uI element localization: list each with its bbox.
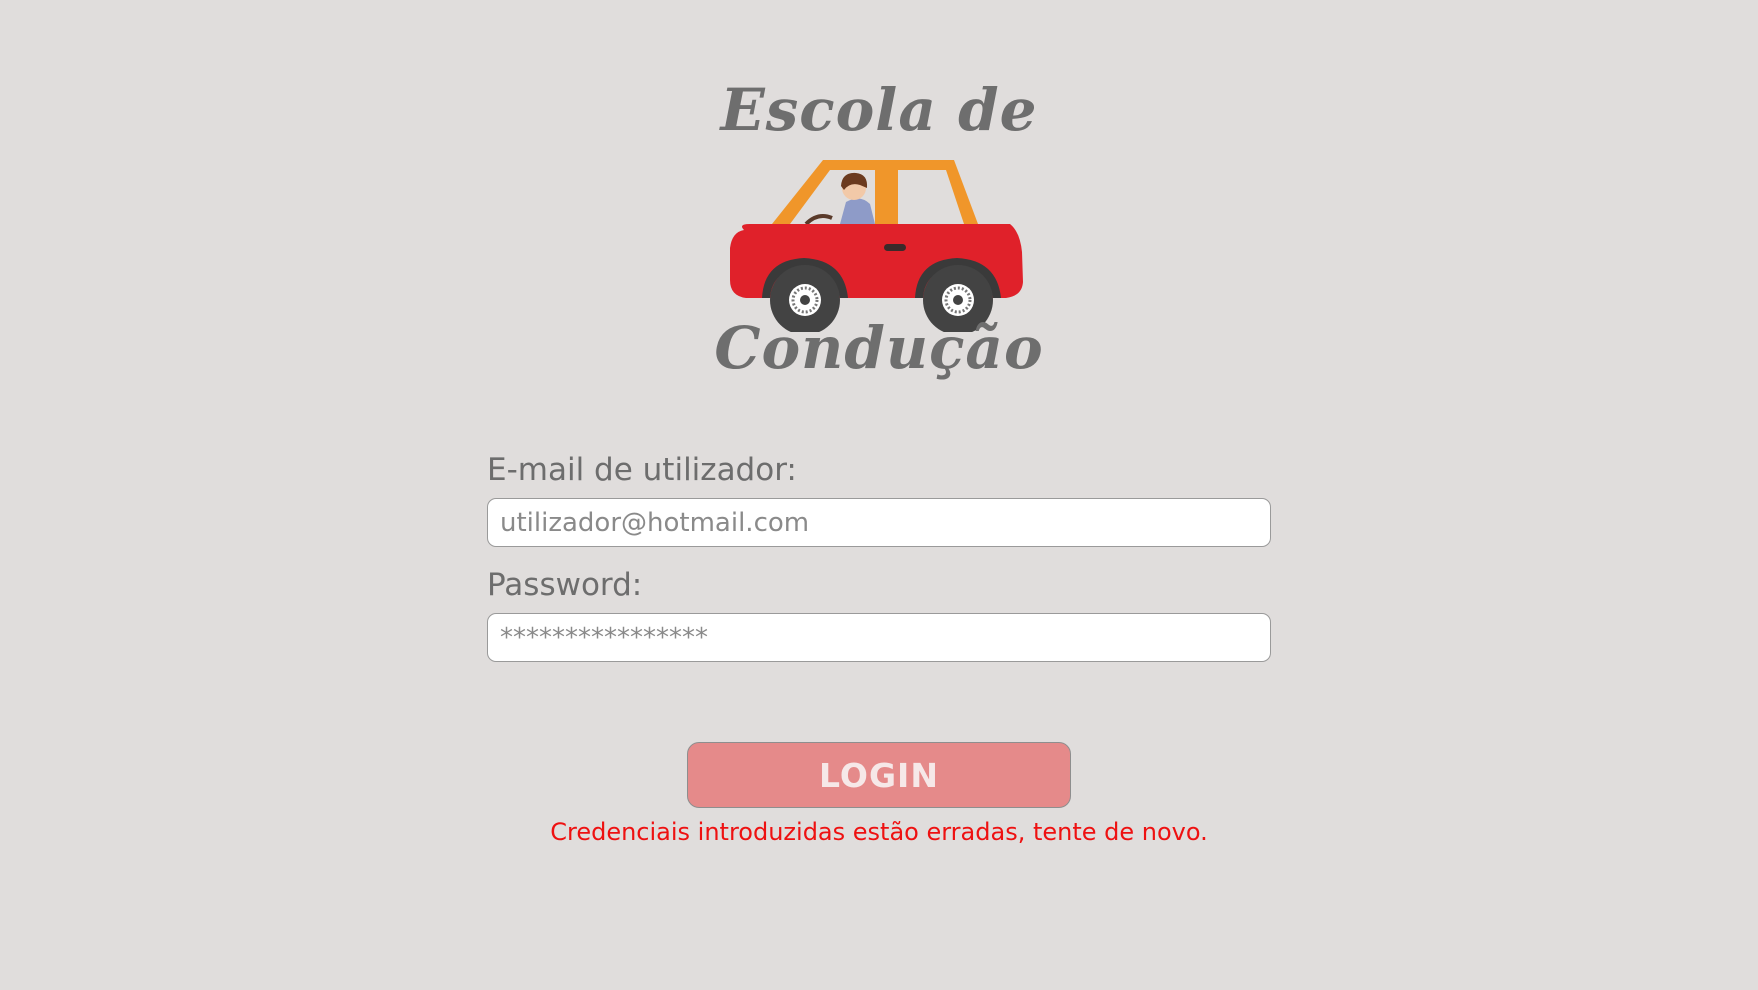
email-field[interactable]: [487, 498, 1271, 547]
logo-title-line1: Escola de: [720, 76, 1038, 144]
password-label: Password:: [487, 567, 643, 603]
login-page: Escola de Condução E-mail de utilizador:…: [0, 0, 1758, 990]
password-field[interactable]: [487, 613, 1271, 662]
login-button[interactable]: LOGIN: [687, 742, 1071, 808]
error-message: Credenciais introduzidas estão erradas, …: [550, 818, 1208, 846]
email-label: E-mail de utilizador:: [487, 452, 797, 488]
driving-school-logo: Escola de Condução: [700, 70, 1058, 400]
car-with-driver-icon: [730, 160, 1023, 332]
logo-title-line2: Condução: [714, 314, 1044, 382]
field-spacer: [487, 547, 1271, 565]
login-form: E-mail de utilizador: Password:: [487, 450, 1271, 662]
